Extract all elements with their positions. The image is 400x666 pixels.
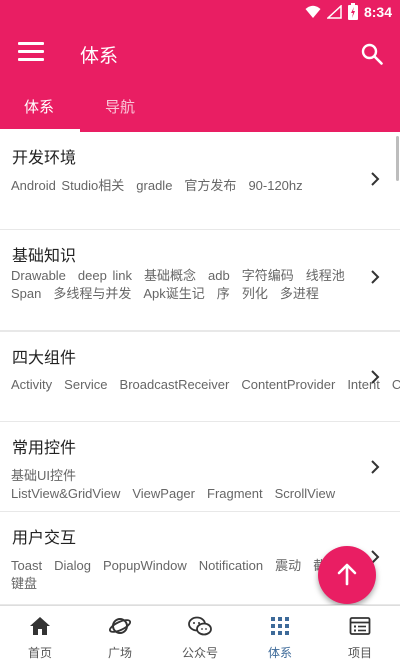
project-icon xyxy=(349,617,371,635)
card-title: 基础知识 xyxy=(12,246,77,265)
category-card[interactable]: 常用控件 基础UI控件 ListView&GridView ViewPager Fra… xyxy=(0,422,400,511)
tag: 列化 xyxy=(241,286,268,301)
scrollbar[interactable] xyxy=(396,136,399,181)
card-tags: Android Studio相关 gradle 官方发布 90-120hz xyxy=(11,177,363,195)
tag: Drawable xyxy=(11,268,66,283)
chevron-right-icon xyxy=(371,370,380,384)
nav-label: 首页 xyxy=(27,646,52,660)
tag: 序 xyxy=(216,286,230,301)
tag: 键盘 xyxy=(11,576,38,591)
tab-navigation[interactable]: 导航 xyxy=(105,96,135,117)
tag: Service xyxy=(64,377,108,392)
nav-label: 体系 xyxy=(267,646,292,660)
nav-item-square[interactable]: 广场 xyxy=(80,606,160,666)
card-title: 四大组件 xyxy=(12,348,77,367)
tag: Fragment xyxy=(207,486,263,501)
tag: 多线程与并发 xyxy=(53,286,132,301)
tag: 多进程 xyxy=(279,286,319,301)
tag: Span xyxy=(11,286,42,301)
tag: 震动 xyxy=(275,558,302,573)
tag: ContentProvider xyxy=(241,377,336,392)
nav-item-home[interactable]: 首页 xyxy=(0,606,80,666)
category-card[interactable]: 四大组件 Activity Service BroadcastReceiver Con… xyxy=(0,332,400,421)
home-icon xyxy=(30,617,50,635)
card-tags: Activity Service BroadcastReceiver ContentP… xyxy=(11,376,400,394)
tab-bar: 体系 导航 xyxy=(0,82,400,132)
tag: gradle xyxy=(136,178,173,193)
tag: Toast xyxy=(11,558,43,573)
nav-item-wechat[interactable]: 公众号 xyxy=(160,606,240,666)
tag: 官方发布 xyxy=(184,178,237,193)
grid-icon xyxy=(271,617,289,635)
bottom-nav: 首页 广场 公众号 体系 项目 xyxy=(0,605,400,666)
tag: Apk诞生记 xyxy=(143,286,205,301)
battery-icon xyxy=(347,3,358,20)
chevron-right-icon xyxy=(371,460,380,474)
card-tags: ToastDialogPopupWindowNotification震动截屏键盘 xyxy=(11,557,363,593)
menu-icon[interactable] xyxy=(18,42,44,64)
app-bar: 体系 xyxy=(0,26,400,82)
planet-icon xyxy=(108,618,132,634)
search-icon[interactable] xyxy=(360,42,384,66)
category-list[interactable]: 开发环境 Android Studio相关 gradle 官方发布 90-120hz … xyxy=(0,132,400,605)
wechat-icon xyxy=(188,616,212,636)
tag: ListView&GridView xyxy=(11,486,121,501)
category-card[interactable]: 开发环境 Android Studio相关 gradle 官方发布 90-120hz xyxy=(0,132,400,229)
nav-item-project[interactable]: 项目 xyxy=(320,606,400,666)
signal-icon xyxy=(326,4,342,19)
arrow-up-icon xyxy=(337,563,357,586)
tag: 90-120hz xyxy=(248,178,303,193)
tag: ViewPager xyxy=(132,486,195,501)
nav-label: 项目 xyxy=(347,646,372,660)
tag: Notification xyxy=(198,558,264,573)
card-title: 开发环境 xyxy=(12,148,77,167)
tag: Dialog xyxy=(54,558,91,573)
chevron-right-icon xyxy=(371,270,380,284)
page-title: 体系 xyxy=(80,45,119,67)
card-title: 常用控件 xyxy=(12,438,77,457)
tag: 字符编码 xyxy=(241,268,294,283)
nav-label: 广场 xyxy=(107,646,132,660)
tag: deep link xyxy=(77,268,132,283)
nav-label: 公众号 xyxy=(181,646,218,660)
wifi-icon xyxy=(305,5,321,18)
status-bar: 8:34 xyxy=(0,0,400,26)
card-tags: 基础UI控件 ListView&GridView ViewPager Fragment… xyxy=(11,467,363,503)
tag: Activity xyxy=(11,377,53,392)
category-card[interactable]: 基础知识 Drawable deep link 基础概念 adb 字符编码 线程池 Span… xyxy=(0,230,400,330)
nav-item-system[interactable]: 体系 xyxy=(240,606,320,666)
tag: Android Studio相关 xyxy=(11,178,125,193)
tag: ScrollView xyxy=(274,486,336,501)
tag: Context xyxy=(391,377,400,392)
tag: 线程池 xyxy=(305,268,345,283)
tag: 基础概念 xyxy=(143,268,196,283)
status-icons: 8:34 xyxy=(305,3,392,20)
tag: adb xyxy=(207,268,230,283)
card-title: 用户交互 xyxy=(12,528,77,547)
status-time: 8:34 xyxy=(363,3,392,20)
scroll-to-top-button[interactable] xyxy=(318,546,376,604)
tag: PopupWindow xyxy=(102,558,187,573)
tag: BroadcastReceiver xyxy=(119,377,230,392)
chevron-right-icon xyxy=(371,172,380,186)
tag: 基础UI控件 xyxy=(11,468,77,483)
card-tags: Drawable deep link 基础概念 adb 字符编码 线程池 Span 多线程与并… xyxy=(11,267,363,303)
tab-system[interactable]: 体系 xyxy=(24,96,54,117)
